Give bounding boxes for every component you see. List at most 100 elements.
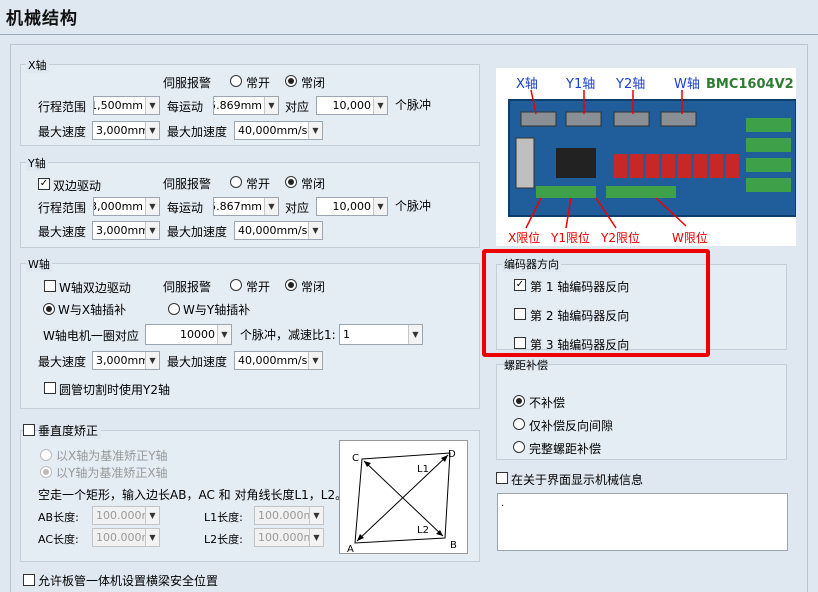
x-max-speed-label: 最大速度: [38, 125, 87, 139]
l2-label: L2: [417, 525, 429, 536]
pitch-title: 螺距补偿: [504, 359, 548, 372]
about-text-value: .: [501, 498, 505, 509]
perp-opt-y-radio[interactable]: [40, 449, 52, 461]
chevron-down-icon: ▼: [145, 507, 159, 524]
w-tube-cut-checkbox[interactable]: [44, 382, 56, 394]
w-servo-closed-label: 常闭: [301, 280, 326, 294]
y-pulses-select[interactable]: 10,000 ▼: [316, 197, 388, 216]
x-servo-open-label: 常开: [246, 76, 271, 90]
highlight-box: [482, 249, 710, 357]
chevron-down-icon: ▼: [309, 507, 323, 524]
rectangle-diagram: C D A B L1 L2: [339, 440, 468, 555]
y-per-move-label: 每运动: [167, 201, 204, 215]
perp-l1-label: L1长度:: [204, 511, 243, 524]
pitch-full-label: 完整螺距补偿: [529, 442, 602, 456]
y-range-select[interactable]: 3,000mm ▼: [93, 197, 160, 216]
w-circle-label: W轴电机一圈对应: [43, 329, 139, 343]
pitch-backlash-label: 仅补偿反向间隙: [529, 419, 614, 433]
y-dual-drive-checkbox[interactable]: ✓: [38, 178, 50, 190]
pitch-none-radio[interactable]: [513, 395, 525, 407]
y-range-label: 行程范围: [38, 201, 87, 215]
w-servo-alarm-label: 伺服报警: [163, 280, 212, 294]
board-w-label: W轴: [674, 77, 700, 92]
w-circle-pulses-select[interactable]: 10000 ▼: [145, 324, 232, 345]
x-servo-open-radio[interactable]: [230, 75, 242, 87]
board-x-limit-label: X限位: [508, 230, 540, 245]
x-servo-closed-radio[interactable]: [285, 75, 297, 87]
y-servo-open-label: 常开: [246, 177, 271, 191]
w-interp-y-label: W与Y轴插补: [183, 303, 251, 317]
x-pulses-value: 10,000: [332, 99, 372, 112]
w-max-speed-label: 最大速度: [38, 355, 87, 369]
board-model-label: BMC1604V2: [706, 77, 794, 92]
y-max-accel-select[interactable]: 40,000mm/s² ▼: [234, 221, 323, 240]
perp-opt-x-label: 以Y轴为基准矫正X轴: [56, 466, 168, 480]
y-max-speed-select[interactable]: 3,000mm/▼: [92, 221, 160, 240]
x-pulses-select[interactable]: 10,000 ▼: [316, 96, 388, 115]
x-max-speed-select[interactable]: 3,000mm/▼: [92, 121, 160, 140]
x-max-accel-select[interactable]: 40,000mm/s² ▼: [234, 121, 323, 140]
w-max-speed-select[interactable]: 3,000mm/▼: [92, 351, 160, 370]
x-axis-title: X轴: [26, 57, 49, 73]
x-range-value: 1,500mm: [93, 99, 143, 112]
chevron-down-icon: ▼: [308, 352, 322, 369]
beam-safety-checkbox[interactable]: [23, 574, 35, 586]
perp-ab-input[interactable]: 100.000mm ▼: [92, 506, 160, 525]
title-divider: [0, 34, 818, 35]
chevron-down-icon: ▼: [145, 222, 159, 239]
w-max-accel-select[interactable]: 40,000mm/s² ▼: [234, 351, 323, 370]
w-tube-cut-label: 圆管切割时使用Y2轴: [59, 383, 170, 397]
y-pulses-value: 10,000: [332, 200, 372, 213]
w-servo-open-radio[interactable]: [230, 279, 242, 291]
chevron-down-icon: ▼: [264, 198, 278, 215]
rectangle-diagram-svg: C D A B L1 L2: [347, 449, 457, 555]
chevron-down-icon: ▼: [217, 325, 231, 344]
x-per-move-label: 每运动: [167, 100, 204, 114]
perp-ac-input[interactable]: 100.000mm ▼: [92, 528, 160, 547]
point-c-label: C: [352, 453, 359, 464]
pitch-full-radio[interactable]: [513, 441, 525, 453]
chevron-down-icon: ▼: [309, 529, 323, 546]
y-servo-closed-radio[interactable]: [285, 176, 297, 188]
chevron-down-icon: ▼: [145, 529, 159, 546]
y-equals-label: 对应: [285, 201, 310, 215]
chevron-down-icon: ▼: [408, 325, 422, 344]
y-range-value: 3,000mm: [93, 200, 143, 213]
chevron-down-icon: ▼: [373, 97, 387, 114]
about-textarea[interactable]: .: [497, 493, 788, 551]
point-a-label: A: [347, 544, 354, 553]
perp-description: 空走一个矩形，输入边长AB，AC 和 对角线长度L1，L2。: [38, 488, 348, 502]
controller-board-svg: X轴 Y1轴 Y2轴 W轴 BMC1604V2 X限位 Y1限位 Y2限位 W限…: [508, 77, 797, 245]
perp-l1-input[interactable]: 100.000mm ▼: [254, 506, 324, 525]
y-max-speed-label: 最大速度: [38, 225, 87, 239]
x-equals-label: 对应: [285, 100, 310, 114]
w-ratio-select[interactable]: 1 ▼: [339, 324, 423, 345]
perp-checkbox[interactable]: [23, 424, 35, 436]
board-y1-limit-label: Y1限位: [550, 230, 590, 245]
chevron-down-icon: ▼: [145, 122, 159, 139]
chevron-down-icon: ▼: [308, 122, 322, 139]
y-per-move-select[interactable]: 5.867mm ▼: [213, 197, 279, 216]
w-servo-closed-radio[interactable]: [285, 279, 297, 291]
y-dual-drive-label: 双边驱动: [53, 179, 102, 193]
perp-l2-label: L2长度:: [204, 533, 243, 546]
w-circle-pulses-value: 10000: [180, 328, 215, 341]
about-checkbox[interactable]: [496, 472, 508, 484]
w-interp-x-radio[interactable]: [43, 303, 55, 315]
x-range-select[interactable]: 1,500mm ▼: [93, 96, 160, 115]
pitch-backlash-radio[interactable]: [513, 418, 525, 430]
chevron-down-icon: ▼: [145, 198, 159, 215]
w-max-accel-label: 最大加速度: [167, 355, 228, 369]
x-per-move-select[interactable]: 5.869mm ▼: [213, 96, 279, 115]
about-label: 在关于界面显示机械信息: [511, 473, 644, 487]
perp-opt-x-radio[interactable]: [40, 466, 52, 478]
w-dual-drive-checkbox[interactable]: [44, 280, 56, 292]
perp-ab-label: AB长度:: [38, 511, 79, 524]
w-interp-y-radio[interactable]: [168, 303, 180, 315]
perp-opt-y-label: 以X轴为基准矫正Y轴: [56, 449, 168, 463]
board-y2-limit-label: Y2限位: [600, 230, 640, 245]
y-servo-open-radio[interactable]: [230, 176, 242, 188]
perp-l2-input[interactable]: 100.000mm ▼: [254, 528, 324, 547]
perp-ac-label: AC长度:: [38, 533, 79, 546]
w-max-accel-value: 40,000mm/s²: [238, 354, 312, 367]
